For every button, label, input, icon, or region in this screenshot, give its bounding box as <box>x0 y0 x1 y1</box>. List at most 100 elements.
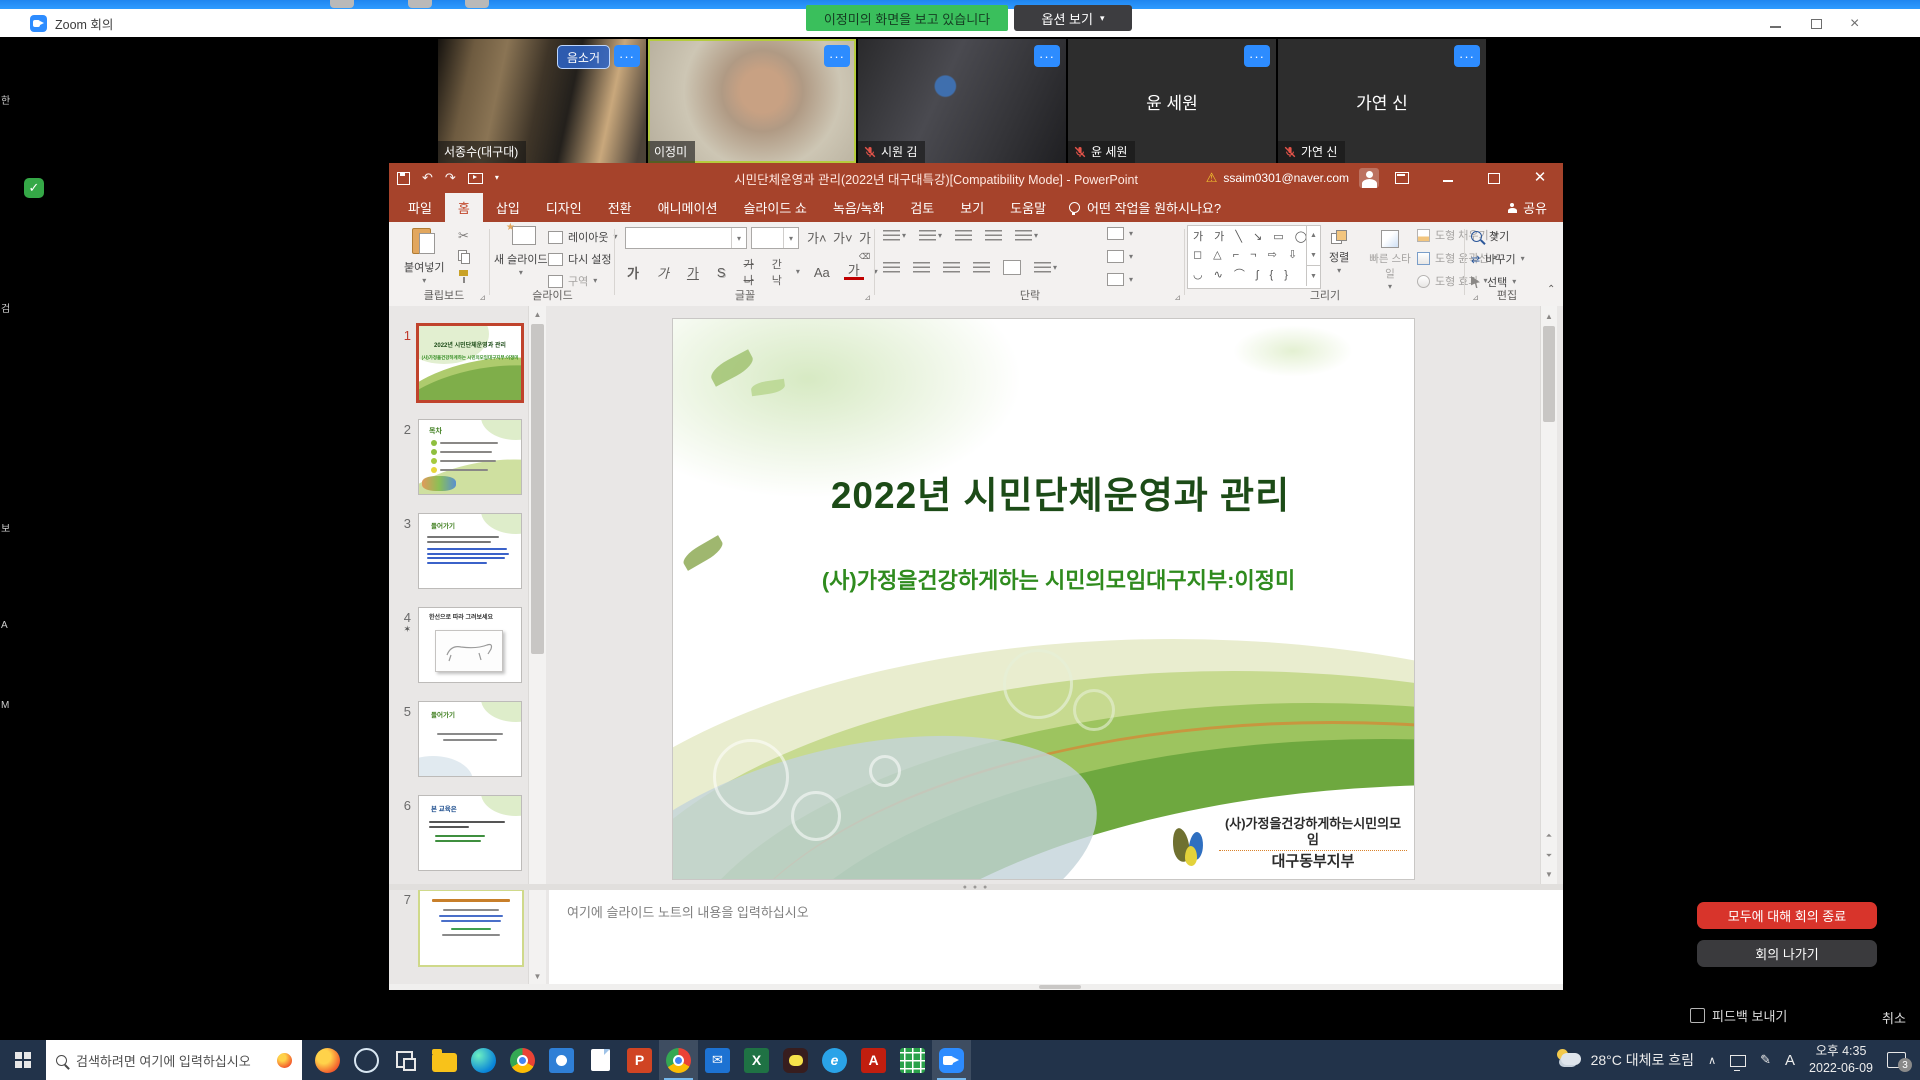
more-options-button[interactable]: ··· <box>1454 45 1480 67</box>
tray-expand-icon[interactable]: ∧ <box>1701 1040 1723 1080</box>
participant-video-tile-active-speaker[interactable]: ··· 이정미 <box>648 39 856 163</box>
tab-help[interactable]: 도움말 <box>997 193 1059 222</box>
slide-scrollbar[interactable]: ▲ ⏶ ⏷ ▼ <box>1540 306 1557 884</box>
scroll-down-icon[interactable]: ▼ <box>529 968 546 984</box>
tab-design[interactable]: 디자인 <box>533 193 595 222</box>
distribute-button[interactable]: ▾ <box>1034 262 1057 273</box>
taskbar-app-internet-explorer[interactable]: e <box>815 1040 854 1080</box>
tab-transitions[interactable]: 전환 <box>595 193 645 222</box>
share-button[interactable]: 공유 <box>1507 193 1547 222</box>
dialog-launcher-icon[interactable]: ⊿ <box>864 293 871 302</box>
participant-video-tile-camera-off[interactable]: 윤 세원 ··· 윤 세원 <box>1068 39 1276 163</box>
taskbar-app-document[interactable] <box>581 1040 620 1080</box>
quick-styles-button[interactable]: 빠른 스타일 ▾ <box>1369 230 1411 290</box>
start-slideshow-icon[interactable] <box>468 173 483 184</box>
taskbar-app-edge[interactable] <box>464 1040 503 1080</box>
ppt-minimize-button[interactable] <box>1425 163 1471 193</box>
paste-button[interactable]: 붙여넣기 ▾ <box>404 226 444 284</box>
slide-title[interactable]: 2022년 시민단체운영과 관리 <box>673 465 1414 519</box>
account-avatar[interactable] <box>1359 168 1379 188</box>
more-options-button[interactable]: ··· <box>614 45 640 67</box>
start-button[interactable] <box>0 1040 46 1080</box>
italic-button[interactable]: 가 <box>653 263 673 282</box>
slide-thumbnail[interactable]: 한선으로 따라 그려보세요 <box>418 607 522 683</box>
qat-customize-icon[interactable]: ▾ <box>495 175 499 181</box>
close-icon[interactable]: × <box>1850 18 1862 30</box>
scrollbar-thumb[interactable] <box>1039 985 1081 989</box>
scroll-up-icon[interactable]: ▲ <box>529 306 546 322</box>
grow-font-button[interactable]: 가˄ <box>803 228 831 247</box>
convert-to-smartart-button[interactable]: ▾ <box>1107 273 1133 286</box>
find-button[interactable]: 찾기 <box>1471 228 1509 244</box>
slide-canvas[interactable]: 2022년 시민단체운영과 관리 (사)가정을건강하게하는 시민의모임대구지부:… <box>672 318 1415 880</box>
tab-home[interactable]: 홈 <box>445 193 483 222</box>
shapes-row[interactable]: ◡ ∿ ⌒ ʃ { } <box>1188 264 1320 283</box>
taskbar-app-excel[interactable]: X <box>737 1040 776 1080</box>
shapes-row[interactable]: 가 가 ╲ ↘ ▭ ◯ <box>1188 226 1320 245</box>
scroll-up-icon[interactable]: ▲ <box>1541 308 1557 324</box>
taskbar-app-spreadsheet[interactable] <box>893 1040 932 1080</box>
cancel-button[interactable]: 취소 <box>1882 1008 1906 1027</box>
thumbnail-scrollbar[interactable]: ▲ ▼ <box>528 306 546 984</box>
ppt-restore-button[interactable] <box>1471 163 1517 193</box>
increase-indent-button[interactable] <box>985 230 1002 241</box>
taskbar-app-mail[interactable]: ✉ <box>698 1040 737 1080</box>
undo-icon[interactable]: ↶ <box>422 170 433 186</box>
search-highlights-icon[interactable] <box>277 1053 292 1068</box>
tab-record[interactable]: 녹음/녹화 <box>820 193 897 222</box>
mute-button[interactable]: 음소거 <box>557 45 610 69</box>
replace-button[interactable]: ⇄바꾸기▾ <box>1471 251 1525 267</box>
tab-insert[interactable]: 삽입 <box>483 193 533 222</box>
scrollbar-thumb[interactable] <box>1543 326 1555 422</box>
participant-video-tile[interactable]: ··· 시원 김 <box>858 39 1066 163</box>
arrange-button[interactable]: 정렬 ▾ <box>1329 230 1349 274</box>
view-options-button[interactable]: 옵션 보기 ▾ <box>1014 5 1132 31</box>
weather-widget[interactable]: 28°C 대체로 흐림 <box>1552 1040 1701 1080</box>
shrink-font-button[interactable]: 가˅ <box>829 228 857 247</box>
taskbar-app-photos[interactable] <box>542 1040 581 1080</box>
align-center-button[interactable] <box>913 262 930 273</box>
shapes-gallery[interactable]: 가 가 ╲ ↘ ▭ ◯ ◻ △ ⌐ ¬ ⇨ ⇩ ◡ ∿ ⌒ ʃ { } ▲▼▼ <box>1187 225 1321 289</box>
text-shadow-button[interactable]: S <box>713 265 730 280</box>
taskbar-app-file-explorer[interactable] <box>425 1040 464 1080</box>
redo-icon[interactable]: ↷ <box>445 170 456 186</box>
font-size-input[interactable]: ▾ <box>751 227 799 249</box>
slide-subtitle[interactable]: (사)가정을건강하게하는 시민의모임대구지부:이정미 <box>673 563 1414 595</box>
next-slide-button[interactable]: ⏷ <box>1541 848 1557 864</box>
taskbar-app-cortana[interactable] <box>347 1040 386 1080</box>
ime-indicator[interactable]: A <box>1778 1040 1802 1080</box>
taskbar-app-powerpoint[interactable]: P <box>620 1040 659 1080</box>
horizontal-scrollbar[interactable] <box>389 984 1563 990</box>
align-text-button[interactable]: ▾ <box>1107 250 1133 263</box>
pen-icon[interactable]: ✎ <box>1753 1040 1778 1080</box>
columns-button[interactable] <box>1003 260 1021 275</box>
more-options-button[interactable]: ··· <box>824 45 850 67</box>
tab-view[interactable]: 보기 <box>947 193 997 222</box>
taskbar-app-zoom[interactable] <box>932 1040 971 1080</box>
ppt-close-button[interactable]: ✕ <box>1517 163 1563 193</box>
cut-icon[interactable]: ✂ <box>458 228 469 244</box>
numbering-button[interactable]: ▾ <box>919 230 942 241</box>
participant-video-tile[interactable]: 음소거 ··· 서종수(대구대) <box>438 39 646 163</box>
more-options-button[interactable]: ··· <box>1244 45 1270 67</box>
slide-thumbnail-selected[interactable]: 2022년 시민단체운영과 관리 (사)가정을건강하게하는 시민의모임대구지부:… <box>416 323 524 403</box>
collapse-ribbon-icon[interactable]: ⌃ <box>1547 284 1555 295</box>
taskbar-search[interactable]: 검색하려면 여기에 입력하십시오 <box>46 1040 302 1080</box>
tell-me-box[interactable]: 어떤 작업을 원하시나요? <box>1069 193 1221 222</box>
line-spacing-button[interactable]: ▾ <box>1015 230 1038 241</box>
font-name-input[interactable]: ▾ <box>625 227 747 249</box>
slide-thumbnail[interactable] <box>418 889 524 967</box>
slide-thumbnail[interactable]: 목차 <box>418 419 522 495</box>
taskbar-app-acrobat[interactable]: A <box>854 1040 893 1080</box>
scroll-down-icon[interactable]: ▼ <box>1541 866 1557 882</box>
font-color-button[interactable]: 가 <box>844 264 864 280</box>
character-spacing-button[interactable]: 간낙 <box>768 256 786 288</box>
slide-thumbnail[interactable]: 들어가기 <box>418 513 522 589</box>
layout-button[interactable]: 레이아웃▾ <box>548 229 618 245</box>
dialog-launcher-icon[interactable]: ⊿ <box>479 293 486 302</box>
maximize-button[interactable] <box>1810 18 1822 30</box>
align-left-button[interactable] <box>883 262 900 273</box>
network-icon[interactable] <box>1723 1040 1753 1080</box>
taskbar-app-chrome-active[interactable] <box>659 1040 698 1080</box>
align-right-button[interactable] <box>943 262 960 273</box>
